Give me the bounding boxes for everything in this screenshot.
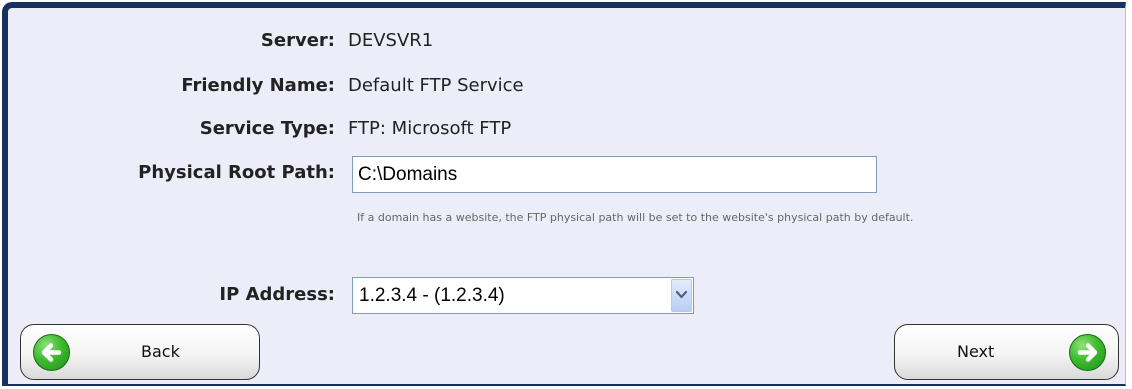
next-button[interactable]: Next bbox=[894, 324, 1119, 380]
arrow-left-icon bbox=[33, 334, 70, 371]
chevron-down-icon bbox=[675, 290, 688, 299]
arrow-right-icon bbox=[1069, 334, 1106, 371]
physical-root-path-hint: If a domain has a website, the FTP physi… bbox=[357, 211, 914, 224]
service-type-label: Service Type: bbox=[199, 118, 335, 139]
ip-address-select[interactable]: 1.2.3.4 - (1.2.3.4) bbox=[352, 277, 694, 314]
physical-root-path-label: Physical Root Path: bbox=[138, 162, 335, 183]
back-button[interactable]: Back bbox=[20, 324, 260, 380]
ip-address-selected-value: 1.2.3.4 - (1.2.3.4) bbox=[359, 285, 505, 306]
server-label: Server: bbox=[260, 30, 335, 51]
ip-address-label: IP Address: bbox=[219, 284, 335, 305]
dropdown-arrow-button[interactable] bbox=[671, 279, 692, 312]
server-value: DEVSVR1 bbox=[348, 30, 434, 51]
physical-root-path-input[interactable]: C:\Domains bbox=[352, 156, 877, 193]
wizard-panel: Server: DEVSVR1 Friendly Name: Default F… bbox=[2, 2, 1126, 386]
next-button-label: Next bbox=[957, 342, 995, 361]
back-button-label: Back bbox=[141, 342, 180, 361]
service-type-value: FTP: Microsoft FTP bbox=[348, 118, 512, 139]
friendly-name-label: Friendly Name: bbox=[181, 75, 335, 96]
friendly-name-value: Default FTP Service bbox=[348, 75, 524, 96]
